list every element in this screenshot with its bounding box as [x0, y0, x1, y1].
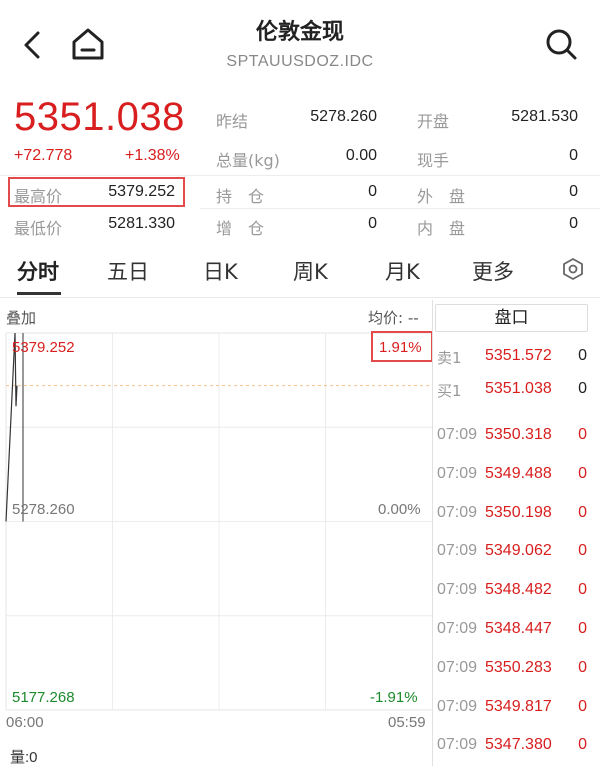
tab-intraday[interactable]: 分时	[17, 256, 59, 286]
bid-ask-label: 卖1	[437, 349, 462, 367]
bid-ask-price: 5351.572	[485, 347, 552, 364]
tick-row: 07:09 5349.062 0	[433, 540, 600, 566]
intraday-chart[interactable]: 叠加 均价: -- 5379.252 5278.260 5177.268 1.9…	[0, 300, 432, 766]
tick-row: 07:09 5350.318 0	[433, 424, 600, 450]
outer-disk-value: 0	[569, 183, 578, 200]
tick-volume: 0	[578, 697, 587, 715]
total-volume-label: 总量(kg)	[216, 151, 280, 170]
open-label: 开盘	[417, 112, 450, 131]
tick-row: 07:09 5350.283 0	[433, 657, 600, 683]
tick-time: 07:09	[437, 464, 478, 482]
bid-ask-volume: 0	[578, 380, 587, 397]
current-hand-value: 0	[569, 147, 578, 164]
divider	[200, 208, 600, 209]
change-percent: +1.38%	[125, 147, 180, 164]
x-axis-start-label: 06:00	[6, 714, 44, 731]
tick-time: 07:09	[437, 697, 478, 715]
active-tab-indicator	[17, 292, 61, 295]
prev-settle-value: 5278.260	[310, 108, 377, 125]
tab-more[interactable]: 更多	[472, 256, 514, 286]
oi-change-value: 0	[368, 215, 377, 232]
tab-daily-k[interactable]: 日K	[203, 256, 238, 286]
tick-price: 5350.283	[485, 658, 552, 676]
high-price-value: 5379.252	[108, 183, 175, 200]
tick-time: 07:09	[437, 658, 478, 676]
oi-change-label: 增 仓	[216, 219, 265, 238]
inner-disk-label: 内 盘	[417, 219, 466, 238]
pct-axis-mid-label: 0.00%	[378, 501, 421, 518]
bid-ask-price: 5351.038	[485, 380, 552, 397]
tick-time: 07:09	[437, 542, 478, 560]
tick-price: 5348.482	[485, 581, 552, 599]
tick-row: 07:09 5347.380 0	[433, 734, 600, 760]
page-title: 伦敦金现	[255, 20, 344, 45]
y-axis-mid-label: 5278.260	[12, 501, 75, 518]
tick-price: 5349.817	[485, 697, 552, 715]
tick-row: 07:09 5350.198 0	[433, 502, 600, 528]
volume-label: 量:0	[10, 749, 38, 766]
pct-highlight	[371, 331, 433, 362]
tick-price: 5350.318	[485, 426, 552, 443]
open-interest-label: 持 仓	[216, 187, 265, 206]
pct-axis-bottom-label: -1.91%	[370, 689, 418, 706]
divider	[0, 175, 600, 176]
settings-icon[interactable]	[561, 257, 585, 281]
tick-time: 07:09	[437, 581, 478, 599]
tick-volume: 0	[578, 464, 587, 482]
period-tabs: 分时 五日 日K 周K 月K 更多	[0, 246, 600, 298]
low-price-value: 5281.330	[108, 215, 175, 232]
prev-settle-label: 昨结	[216, 112, 249, 131]
tick-volume: 0	[578, 542, 587, 560]
tab-weekly-k[interactable]: 周K	[293, 256, 328, 286]
tick-price: 5349.488	[485, 464, 552, 482]
quote-summary: 5351.038 +72.778 +1.38% 最高价 5379.252 最低价…	[0, 95, 600, 245]
tick-row: 07:09 5348.482 0	[433, 579, 600, 605]
tick-price: 5347.380	[485, 736, 552, 754]
top-bar: 伦敦金现 SPTAUUSDOZ.IDC	[0, 0, 600, 88]
tab-order-book[interactable]: 盘口	[435, 304, 588, 332]
bid-ask-volume: 0	[578, 347, 587, 364]
tick-price: 5348.447	[485, 620, 552, 637]
search-icon[interactable]	[543, 26, 579, 62]
tab-monthly-k[interactable]: 月K	[385, 256, 420, 286]
tick-volume: 0	[578, 736, 587, 754]
tick-row: 07:09 5349.817 0	[433, 696, 600, 722]
tick-row: 07:09 5349.488 0	[433, 463, 600, 489]
last-price: 5351.038	[14, 95, 185, 139]
symbol-code: SPTAUUSDOZ.IDC	[226, 53, 374, 70]
y-axis-bottom-label: 5177.268	[12, 689, 75, 706]
tick-row: 07:09 5348.447 0	[433, 618, 600, 644]
total-volume-value: 0.00	[345, 147, 377, 164]
order-book-panel: 盘口 卖1 5351.572 0 买1 5351.038 0 07:09 5350.318 0 0…	[432, 300, 600, 766]
tick-volume: 0	[578, 620, 587, 637]
open-value: 5281.530	[511, 108, 578, 125]
tick-time: 07:09	[437, 503, 478, 521]
outer-disk-label: 外 盘	[417, 187, 466, 206]
bid-ask-label: 买1	[437, 382, 462, 400]
y-axis-top-label: 5379.252	[12, 339, 75, 356]
current-hand-label: 现手	[417, 151, 450, 170]
high-price-label: 最高价	[14, 187, 63, 206]
open-interest-value: 0	[368, 183, 377, 200]
tab-five-day[interactable]: 五日	[107, 256, 149, 286]
tick-price: 5349.062	[485, 542, 552, 560]
change-absolute: +72.778	[14, 147, 73, 164]
tick-volume: 0	[578, 581, 587, 599]
tick-volume: 0	[578, 658, 587, 676]
low-price-label: 最低价	[14, 219, 63, 238]
x-axis-end-label: 05:59	[388, 714, 426, 731]
tick-volume: 0	[578, 426, 587, 443]
inner-disk-value: 0	[569, 215, 578, 232]
tick-volume: 0	[578, 503, 587, 521]
bid-ask-row: 买1 5351.038 0	[433, 378, 600, 404]
bid-ask-row: 卖1 5351.572 0	[433, 345, 600, 371]
tick-time: 07:09	[437, 620, 478, 637]
tick-price: 5350.198	[485, 503, 552, 521]
tick-time: 07:09	[437, 736, 478, 754]
tick-time: 07:09	[437, 426, 478, 443]
